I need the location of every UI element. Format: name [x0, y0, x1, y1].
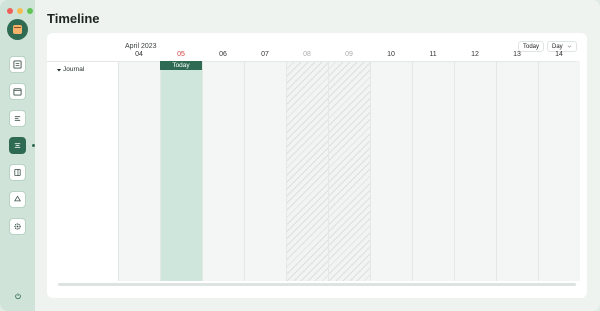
power-button[interactable] [12, 290, 23, 301]
month-label: April 2023 [125, 43, 157, 50]
day-label: 12 [471, 51, 479, 58]
day-label: 06 [219, 51, 227, 58]
sidebar-item-settings[interactable] [9, 218, 26, 235]
sidebar-panel-icon [14, 168, 21, 177]
list-icon [14, 116, 21, 121]
sidebar-item-list[interactable] [9, 110, 26, 127]
close-window-button[interactable] [7, 8, 13, 14]
sidebar [0, 0, 35, 311]
header-divider [47, 61, 577, 62]
day-column[interactable] [118, 61, 160, 281]
page-title: Timeline [47, 11, 100, 26]
caret-down-icon [57, 68, 61, 71]
row-journal-label: Journal [63, 66, 85, 73]
timeline-panel: April 2023 Today Day 04 05 06 07 08 09 10 11 12 1… [47, 33, 587, 298]
window-controls [7, 8, 33, 14]
sidebar-item-timeline[interactable] [9, 137, 26, 154]
calendar-icon [13, 88, 22, 96]
gear-icon [14, 223, 21, 230]
day-column[interactable] [412, 61, 454, 281]
minimize-window-button[interactable] [17, 8, 23, 14]
sidebar-item-dashboard[interactable] [9, 56, 26, 73]
day-column[interactable] [538, 61, 580, 281]
day-column[interactable] [370, 61, 412, 281]
recycle-icon [14, 195, 21, 202]
zoom-window-button[interactable] [27, 8, 33, 14]
view-select-value: Day [552, 43, 563, 50]
day-label: 04 [135, 51, 143, 58]
day-label: 14 [555, 51, 563, 58]
day-label: 07 [261, 51, 269, 58]
day-label: 13 [513, 51, 521, 58]
sidebar-item-panel[interactable] [9, 164, 26, 181]
power-icon [14, 292, 21, 299]
today-tag: Today [160, 61, 202, 70]
day-label: 08 [303, 51, 311, 58]
day-label: 09 [345, 51, 353, 58]
day-column[interactable] [202, 61, 244, 281]
app-window: Timeline April 2023 Today Day 04 05 06 07 08… [0, 0, 600, 311]
day-column[interactable] [496, 61, 538, 281]
day-column[interactable] [328, 61, 370, 281]
horizontal-scrollbar[interactable] [58, 283, 576, 286]
day-column[interactable] [454, 61, 496, 281]
day-label: 05 [177, 51, 185, 58]
day-column[interactable] [286, 61, 328, 281]
calendar-app-icon[interactable] [7, 19, 28, 40]
active-indicator [32, 144, 35, 147]
sidebar-item-recycle[interactable] [9, 191, 26, 208]
chevron-down-icon [567, 45, 572, 48]
day-column[interactable] [244, 61, 286, 281]
day-column[interactable] [160, 61, 202, 281]
row-journal[interactable]: Journal [57, 66, 84, 73]
timeline-icon [14, 143, 21, 148]
day-label: 10 [387, 51, 395, 58]
day-label: 11 [429, 51, 437, 58]
sidebar-item-calendar[interactable] [9, 83, 26, 100]
grid-list-icon [13, 60, 22, 69]
